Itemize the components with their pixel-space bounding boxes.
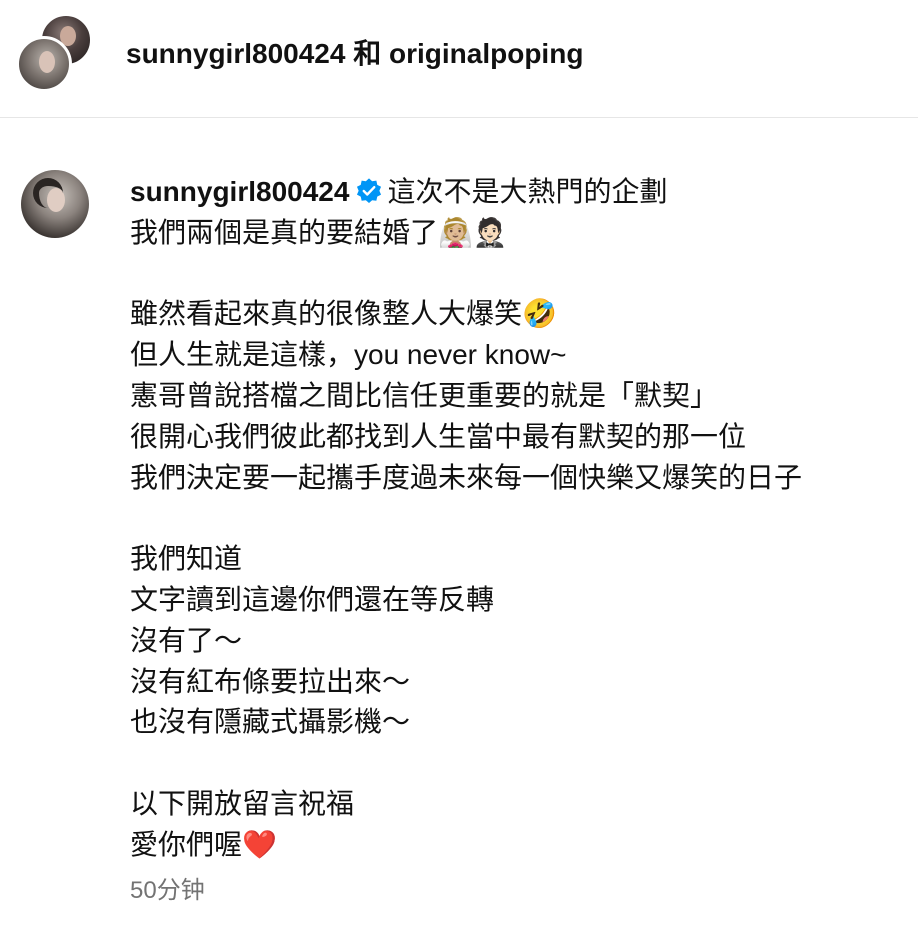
- caption-line: 但人生就是這樣，you never know~: [130, 339, 567, 371]
- conversation-title[interactable]: sunnygirl800424 和 originalpoping: [126, 32, 583, 72]
- username-link[interactable]: sunnygirl800424: [130, 176, 349, 207]
- caption-line: [130, 498, 900, 539]
- verified-badge-icon: [357, 178, 382, 204]
- caption-line: 我們決定要一起攜手度過未來每一個快樂又爆笑的日子: [130, 461, 803, 493]
- conversation-header: sunnygirl800424 和 originalpoping: [0, 0, 918, 118]
- caption-line: 也沒有隱藏式攝影機～: [130, 706, 411, 738]
- caption-line: [130, 743, 900, 784]
- caption-line: 沒有了～: [130, 624, 243, 656]
- caption-line: 以下開放留言祝福: [130, 787, 355, 819]
- caption-line: 文字讀到這邊你們還在等反轉: [130, 583, 495, 615]
- caption-line: 愛你們喔❤️: [130, 828, 277, 860]
- post-timestamp[interactable]: 50分钟: [130, 870, 205, 905]
- avatar: [16, 36, 72, 92]
- caption-line: 沒有紅布條要拉出來～: [130, 665, 411, 697]
- caption-line: 雖然看起來真的很像整人大爆笑🤣: [130, 298, 557, 330]
- caption-line: [130, 254, 900, 295]
- avatar[interactable]: [21, 170, 89, 238]
- caption-line: 憲哥曾說搭檔之間比信任更重要的就是「默契」: [130, 379, 719, 411]
- caption-line: 這次不是大熱門的企劃: [387, 176, 668, 207]
- caption-first-line: sunnygirl800424 這次不是大熱門的企劃: [130, 172, 900, 213]
- caption-line: 我們知道: [130, 543, 243, 575]
- caption-line: 很開心我們彼此都找到人生當中最有默契的那一位: [130, 420, 747, 452]
- caption-line: 我們兩個是真的要結婚了👰🏼🤵🏻: [130, 216, 508, 248]
- group-avatar-stack[interactable]: [16, 14, 94, 92]
- caption-text: sunnygirl800424 這次不是大熱門的企劃 我們兩個是真的要結婚了👰🏼…: [130, 172, 900, 866]
